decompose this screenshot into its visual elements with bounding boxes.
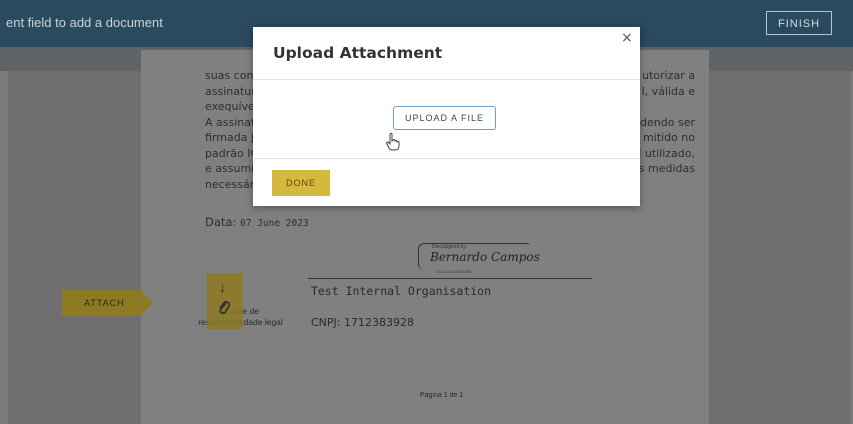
page-number: Página 1 de 1 (420, 392, 464, 399)
signature-id: 6743A3AC59894B6 (436, 269, 472, 274)
date-line: Data: 07 June 2023 (205, 215, 309, 229)
divider (253, 158, 640, 159)
dialog-title: Upload Attachment (273, 44, 443, 62)
text-fragment: e assumi (205, 162, 255, 175)
organisation-name: Test Internal Organisation (311, 284, 492, 298)
upload-file-button[interactable]: UPLOAD A FILE (393, 106, 496, 130)
text-fragment: l, válida e (641, 84, 695, 98)
close-icon[interactable]: × (621, 30, 633, 46)
text-fragment: A assinat (205, 115, 256, 129)
text-fragment: l utilizado, (638, 146, 695, 160)
text-fragment: exequíve (205, 100, 255, 113)
text-fragment: dendo ser (640, 115, 695, 129)
upload-attachment-dialog: Upload Attachment × UPLOAD A FILE DONE (253, 27, 640, 206)
text-fragment: utorizar a (642, 69, 695, 82)
attachment-field[interactable]: ↓ (207, 273, 243, 329)
paperclip-icon (217, 300, 231, 321)
attach-tag[interactable]: ATTACH (62, 290, 153, 316)
text-fragment: suas con (205, 69, 254, 82)
text-fragment: s medidas (638, 162, 695, 175)
text-fragment: assinatur (205, 84, 256, 98)
hand-cursor-icon (386, 133, 400, 151)
date-value: 07 June 2023 (240, 218, 309, 229)
finish-button[interactable]: FINISH (766, 11, 832, 35)
text-fragment: mitido no (642, 131, 695, 144)
signature-line (308, 278, 592, 279)
text-fragment: firmada j (205, 131, 254, 144)
text-fragment: necessár (205, 177, 255, 191)
text-fragment: padrão IC (205, 146, 259, 160)
date-label: Data: (205, 215, 237, 229)
instruction-text: ent field to add a document (6, 15, 163, 30)
cnpj-text: CNPJ: 1712383928 (311, 316, 414, 329)
download-arrow-icon: ↓ (219, 279, 226, 295)
done-button[interactable]: DONE (272, 170, 330, 196)
divider (253, 79, 640, 80)
signature: Bernardo Campos (430, 250, 540, 264)
